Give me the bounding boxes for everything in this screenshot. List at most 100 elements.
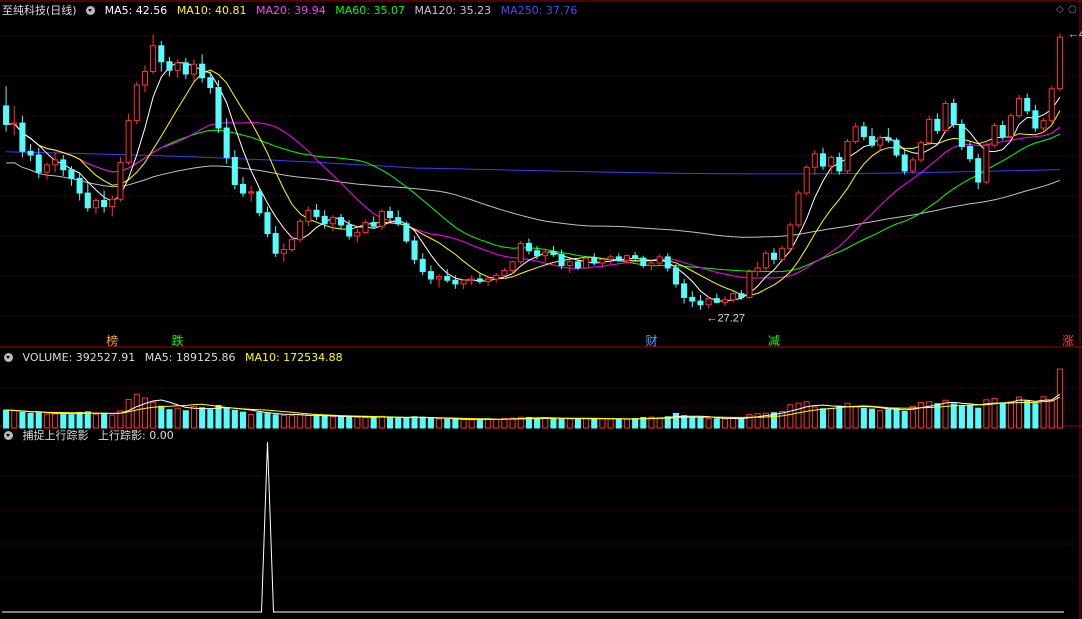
candle-body — [476, 278, 483, 282]
candle-body — [967, 145, 974, 160]
candle-body — [329, 217, 336, 225]
low-price-label: ←27.27 — [706, 313, 745, 325]
volume-bar — [787, 404, 794, 429]
candle-body — [942, 102, 949, 131]
dropdown-icon[interactable] — [4, 431, 13, 440]
ma5-label: MA5: 42.56 — [104, 4, 168, 17]
volume-bar — [452, 418, 459, 429]
volume-bar — [738, 418, 745, 429]
candle-body — [346, 224, 353, 237]
volume-bar — [297, 414, 304, 429]
candle-body — [1032, 110, 1039, 129]
volume-bar — [967, 405, 974, 429]
candle-body — [909, 159, 916, 172]
volume-ma5: MA5: 189125.86 — [144, 351, 236, 364]
candle-body — [558, 253, 565, 266]
settings-icon[interactable]: ○ — [1068, 4, 1077, 15]
candle-body — [762, 252, 769, 269]
candle-body — [313, 209, 320, 217]
volume-bar — [918, 402, 925, 429]
ma20-label: MA20: 39.94 — [256, 4, 326, 17]
volume-bar — [550, 418, 557, 429]
volume-bar — [860, 408, 867, 429]
candle-body — [125, 120, 132, 163]
candle-body — [640, 257, 647, 266]
volume-bar — [1007, 401, 1014, 429]
dropdown-icon[interactable] — [86, 6, 96, 15]
candle-body — [52, 159, 59, 166]
candle-body — [411, 240, 418, 260]
candle-body — [770, 252, 778, 260]
volume-value: VOLUME: 392527.91 — [22, 351, 136, 364]
candle-body — [3, 105, 10, 125]
candle-body — [681, 283, 688, 298]
candle-body — [713, 298, 720, 303]
candle-body — [746, 271, 753, 298]
candle-body — [779, 247, 786, 260]
volume-bar — [166, 409, 173, 429]
volume-bar — [378, 415, 385, 429]
dropdown-icon[interactable] — [4, 353, 13, 362]
candle-body — [852, 126, 859, 143]
volume-ma10: MA10: 172534.88 — [244, 351, 343, 364]
volume-bar — [346, 415, 353, 429]
ma120-label: MA120: 35.23 — [414, 4, 492, 17]
candle-body — [182, 62, 189, 75]
volume-bar — [607, 418, 614, 429]
volume-bar — [411, 416, 418, 429]
volume-bar — [893, 408, 900, 429]
candle-body — [460, 279, 467, 285]
volume-bar — [476, 418, 483, 429]
candle-body — [999, 125, 1006, 138]
candle-body — [836, 156, 843, 172]
candle-body — [672, 267, 679, 285]
candle-body — [632, 255, 639, 259]
candle-body — [566, 261, 573, 266]
volume-bar — [534, 417, 541, 429]
volume-bar — [199, 407, 206, 429]
candle-body — [591, 257, 598, 264]
volume-bar — [133, 393, 140, 429]
volume-bar — [689, 416, 696, 429]
event-marker: 榜 — [106, 333, 118, 348]
candle-body — [868, 136, 876, 146]
candle-body — [92, 199, 99, 209]
candle-body — [84, 192, 91, 209]
candle-body — [109, 198, 116, 208]
indicator-panel-header: 捕捉上行踪影 上行踪影: 0.00 — [4, 428, 180, 443]
candle-body — [248, 191, 255, 194]
ma60-line — [6, 123, 1061, 273]
volume-bar — [795, 402, 802, 429]
volume-bar — [599, 417, 606, 429]
volume-bar — [1032, 403, 1039, 429]
candle-body — [583, 257, 590, 269]
price-panel-header: 至纯科技(日线) MA5: 42.56 MA10: 40.81 MA20: 39… — [2, 3, 583, 18]
candle-body — [787, 224, 794, 249]
candle-body — [43, 164, 50, 173]
volume-bar — [354, 416, 361, 429]
volume-bar — [387, 417, 394, 429]
candle-body — [1024, 98, 1031, 112]
volume-bar — [19, 411, 26, 429]
candle-body — [1048, 88, 1055, 122]
candle-body — [697, 300, 704, 306]
stock-chart: ←48.80 ←27.27 榜 跌 财 减 涨 — [0, 0, 1082, 619]
candle-body — [975, 158, 982, 183]
volume-bar — [999, 402, 1006, 429]
candle-body — [517, 242, 524, 263]
volume-bar — [248, 414, 255, 429]
candle-body — [1056, 36, 1063, 90]
candle-body — [574, 261, 581, 269]
volume-bar — [819, 408, 827, 429]
expand-icon[interactable]: ◇ — [1056, 4, 1064, 15]
candle-body — [264, 212, 271, 235]
volume-bar — [84, 411, 91, 429]
ma60-label: MA60: 35.07 — [335, 4, 405, 17]
volume-bar — [436, 418, 443, 429]
volume-bar — [623, 418, 630, 429]
volume-bar — [754, 413, 761, 429]
candle-body — [436, 276, 443, 280]
candle-body — [68, 169, 75, 179]
volume-bar — [141, 397, 148, 429]
volume-bar — [321, 416, 328, 429]
